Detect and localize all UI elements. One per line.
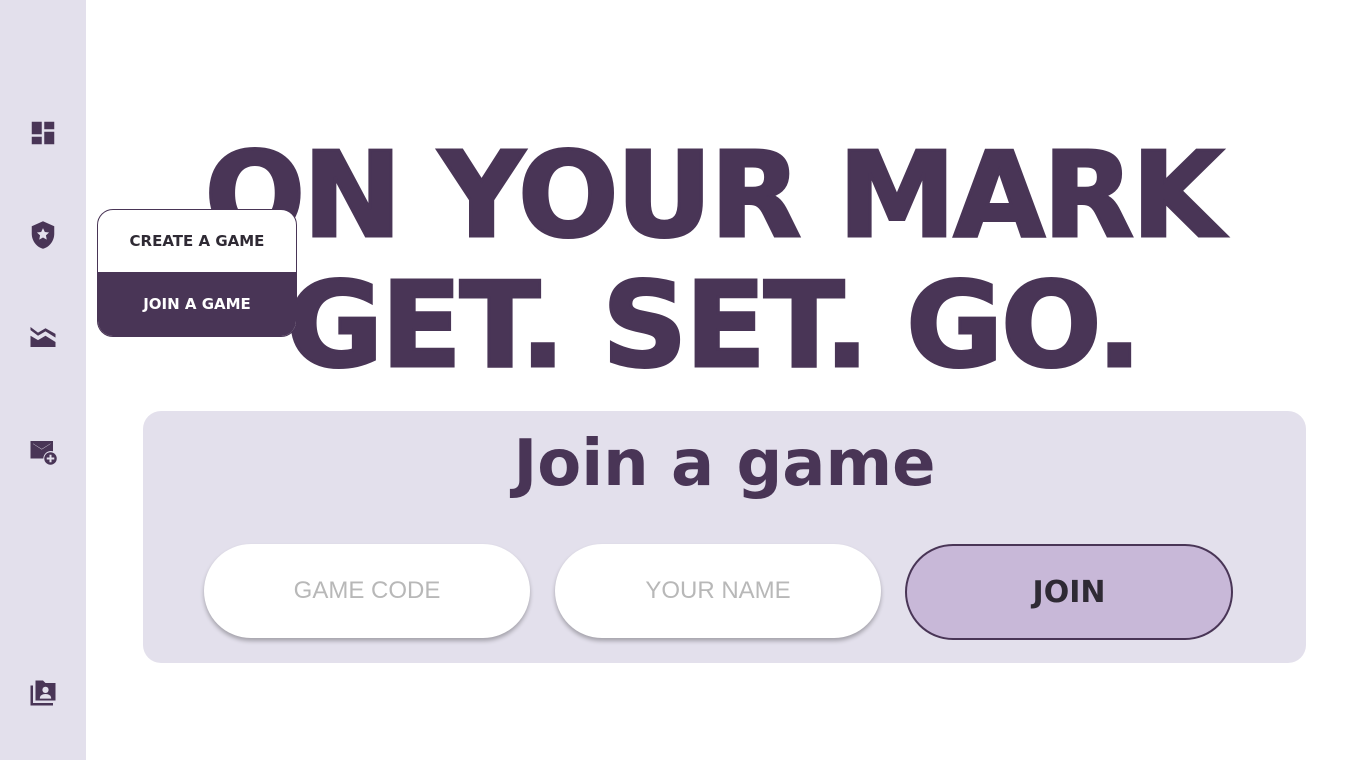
mail-add-icon[interactable] xyxy=(27,435,59,467)
join-game-menu-item[interactable]: JOIN A GAME xyxy=(98,272,296,336)
sidebar xyxy=(0,0,86,760)
join-button[interactable]: JOIN xyxy=(905,544,1233,640)
panel-title: Join a game xyxy=(513,427,936,501)
headline-line-1: ON YOUR MARK xyxy=(203,126,1225,264)
game-mode-menu: CREATE A GAME JOIN A GAME xyxy=(97,209,297,337)
dashboard-icon[interactable] xyxy=(27,117,59,149)
create-game-menu-item[interactable]: CREATE A GAME xyxy=(98,210,296,272)
chart-area-icon[interactable] xyxy=(27,321,59,353)
contact-folder-icon[interactable] xyxy=(27,677,59,709)
badge-star-icon[interactable] xyxy=(27,219,59,251)
join-game-panel: Join a game JOIN xyxy=(143,411,1306,663)
game-code-input[interactable] xyxy=(204,544,530,638)
your-name-input[interactable] xyxy=(555,544,881,638)
headline-line-2: GET. SET. GO. xyxy=(285,256,1143,394)
